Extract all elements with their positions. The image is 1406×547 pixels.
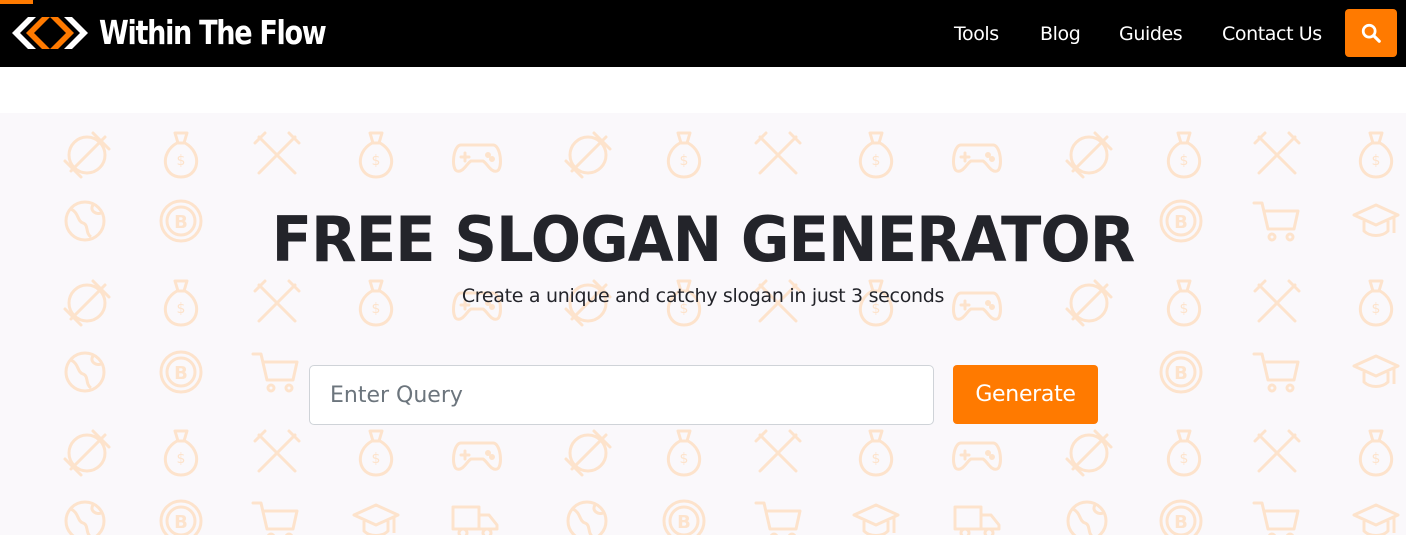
nav-link-blog[interactable]: Blog: [1040, 21, 1081, 47]
site-header: Within The Flow Tools Blog Guides Contac…: [0, 0, 1406, 67]
nav-link-contact-us[interactable]: Contact Us: [1222, 21, 1322, 47]
query-input[interactable]: [309, 365, 934, 425]
nav-link-guides[interactable]: Guides: [1119, 21, 1183, 47]
generate-button[interactable]: Generate: [953, 365, 1098, 424]
hero-subtitle: Create a unique and catchy slogan in jus…: [461, 285, 945, 307]
hero-section: $ B: [0, 113, 1406, 535]
search-icon: [1361, 23, 1381, 43]
nav-link-tools[interactable]: Tools: [954, 21, 999, 47]
background-icon-pattern: $ B: [63, 131, 1400, 535]
search-button[interactable]: [1345, 9, 1397, 57]
main-nav: Tools Blog Guides Contact Us: [0, 0, 1406, 67]
hero-title: FREE SLOGAN GENERATOR: [271, 203, 1136, 276]
